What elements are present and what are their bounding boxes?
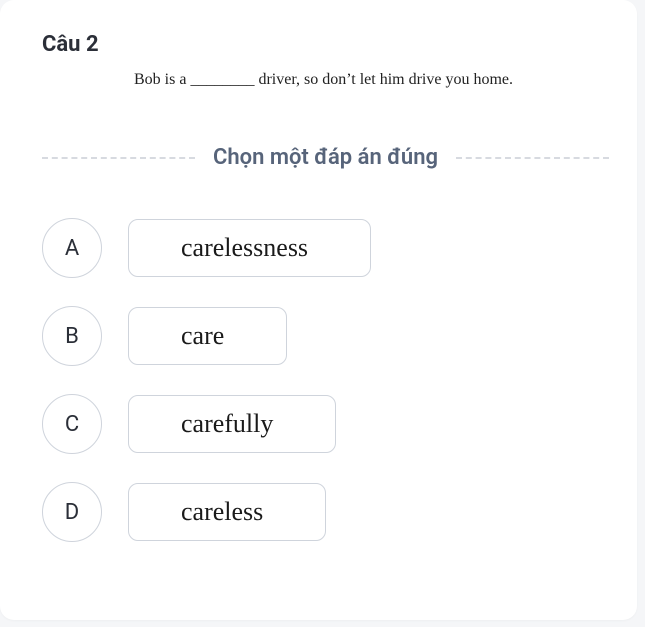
option-text: care bbox=[128, 307, 287, 366]
option-letter: C bbox=[42, 394, 102, 454]
option-letter: D bbox=[42, 482, 102, 542]
options-list: A carelessness B care C carefully D care… bbox=[42, 218, 609, 542]
option-a[interactable]: A carelessness bbox=[42, 218, 609, 278]
option-c[interactable]: C carefully bbox=[42, 394, 609, 454]
option-letter: A bbox=[42, 218, 102, 278]
question-card: Câu 2 Bob is a ________ driver, so don’t… bbox=[0, 0, 637, 620]
option-d[interactable]: D careless bbox=[42, 482, 609, 542]
option-text: careless bbox=[128, 483, 326, 542]
instruction-text: Chọn một đáp án đúng bbox=[195, 145, 456, 170]
instruction-divider: Chọn một đáp án đúng bbox=[42, 145, 609, 170]
option-b[interactable]: B care bbox=[42, 306, 609, 366]
option-letter: B bbox=[42, 306, 102, 366]
question-prompt: Bob is a ________ driver, so don’t let h… bbox=[42, 71, 609, 89]
divider-line-left bbox=[42, 157, 195, 159]
divider-line-right bbox=[456, 157, 609, 159]
option-text: carefully bbox=[128, 395, 336, 454]
option-text: carelessness bbox=[128, 219, 371, 278]
question-title: Câu 2 bbox=[42, 32, 609, 57]
